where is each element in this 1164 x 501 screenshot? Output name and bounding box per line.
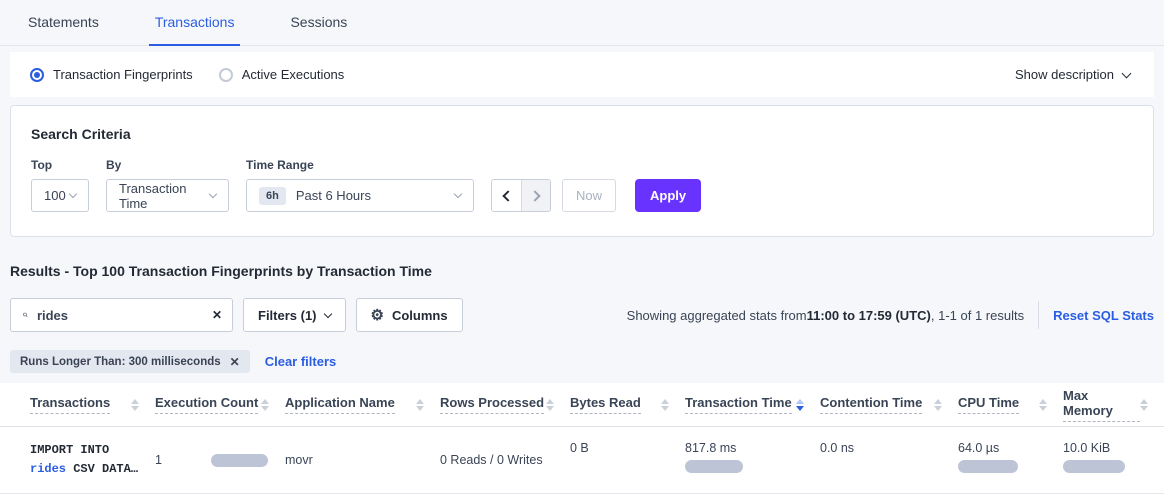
transaction-time-cell: 817.8 ms [685,427,820,493]
execution-count-bar [211,454,268,467]
chevron-down-icon [454,190,462,198]
filter-chip-row: Runs Longer Than: 300 milliseconds ✕ Cle… [10,350,1154,373]
now-button[interactable]: Now [562,179,616,212]
top-select-value: 100 [44,188,66,203]
max-memory-cell: 10.0 KiB [1063,427,1164,493]
cpu-time-bar [958,460,1018,473]
results-toolbar: ✕ Filters (1) ⚙ Columns Showing aggregat… [10,298,1154,332]
radio-active-executions[interactable]: Active Executions [219,67,345,82]
radio-label: Transaction Fingerprints [53,67,193,82]
chevron-left-icon [502,190,513,201]
max-memory-bar [1063,460,1125,473]
column-header-execution-count: Execution Count [155,395,285,414]
sort-desc-icon[interactable] [796,399,804,411]
sort-icon[interactable] [416,399,424,411]
sort-icon[interactable] [546,399,554,411]
gear-icon: ⚙ [371,308,384,323]
show-description-toggle[interactable]: Show description [1015,67,1130,82]
time-range-badge: 6h [259,187,286,205]
application-name-cell: movr [285,427,440,493]
reset-sql-stats-link[interactable]: Reset SQL Stats [1053,308,1154,323]
search-criteria-card: Search Criteria Top 100 By Transaction T… [10,105,1154,237]
bytes-read-cell: 0 B [570,427,685,493]
transaction-time-bar [685,460,743,473]
results-table: Transactions Execution Count Application… [0,383,1164,501]
column-header-rows-processed: Rows Processed [440,395,570,414]
search-criteria-form: Top 100 By Transaction Time Time Range 6… [31,158,1133,212]
clear-filters-link[interactable]: Clear filters [265,354,337,369]
column-header-bytes-read: Bytes Read [570,395,685,414]
sort-icon[interactable] [1140,399,1148,411]
apply-button[interactable]: Apply [635,179,701,212]
clear-search-icon[interactable]: ✕ [212,308,222,322]
radio-unselected-icon [219,68,233,82]
chevron-down-icon [1122,68,1132,78]
by-field: By Transaction Time [106,158,229,212]
sort-icon[interactable] [131,399,139,411]
sort-icon[interactable] [1039,399,1047,411]
top-field: Top 100 [31,158,89,212]
column-header-cpu-time: CPU Time [958,395,1063,414]
tab-transactions[interactable]: Transactions [149,0,241,46]
filters-button-label: Filters (1) [258,308,317,323]
table-header-row: Transactions Execution Count Application… [0,383,1164,427]
column-header-max-memory: Max Memory [1063,388,1164,422]
search-term-highlight: rides [30,462,66,476]
rows-processed-cell: 0 Reads / 0 Writes [440,427,570,493]
search-input[interactable] [37,308,212,323]
search-criteria-title: Search Criteria [31,126,1133,142]
tab-statements[interactable]: Statements [22,0,105,46]
sort-icon[interactable] [261,399,269,411]
contention-time-cell: 0.0 ns [820,427,958,493]
radio-label: Active Executions [242,67,345,82]
sort-icon[interactable] [661,399,669,411]
column-header-transaction-time: Transaction Time [685,395,820,414]
sort-icon[interactable] [934,399,942,411]
column-header-contention-time: Contention Time [820,395,958,414]
vertical-divider [1038,301,1039,329]
results-title: Results - Top 100 Transaction Fingerprin… [10,263,1154,279]
aggregated-stats-text: Showing aggregated stats from 11:00 to 1… [627,308,1024,323]
chevron-right-icon [529,190,540,201]
cpu-time-cell: 64.0 µs [958,427,1063,493]
top-label: Top [31,158,89,172]
top-select[interactable]: 100 [31,179,89,212]
table-row: IMPORT INTO rides CSV DATA… 1 movr 0 Rea… [0,427,1164,494]
by-select-value: Transaction Time [119,181,210,211]
filter-chip: Runs Longer Than: 300 milliseconds ✕ [10,350,250,373]
filters-button[interactable]: Filters (1) [243,298,346,332]
time-range-value: Past 6 Hours [296,188,371,203]
chevron-down-icon [323,310,331,318]
time-window-stepper [491,179,551,212]
radio-selected-icon [30,68,44,82]
by-label: By [106,158,229,172]
column-header-transactions: Transactions [30,395,155,414]
transactions-page: Statements Transactions Sessions Transac… [0,0,1164,501]
tab-sessions[interactable]: Sessions [284,0,353,46]
search-icon [23,308,28,322]
columns-button-label: Columns [392,308,448,323]
time-range-label: Time Range [246,158,474,172]
time-range-field: Time Range 6h Past 6 Hours [246,158,474,212]
next-time-window-button[interactable] [521,180,550,211]
previous-time-window-button[interactable] [492,180,521,211]
filter-chip-label: Runs Longer Than: 300 milliseconds [20,356,221,368]
time-range-select[interactable]: 6h Past 6 Hours [246,179,474,212]
column-header-application-name: Application Name [285,395,440,414]
top-tab-bar: Statements Transactions Sessions [0,0,1164,46]
radio-transaction-fingerprints[interactable]: Transaction Fingerprints [30,67,193,82]
search-box: ✕ [10,298,233,332]
view-toggle-bar: Transaction Fingerprints Active Executio… [10,52,1154,97]
remove-filter-icon[interactable]: ✕ [230,355,240,369]
chevron-down-icon [69,190,77,198]
execution-count-cell: 1 [155,427,285,493]
by-select[interactable]: Transaction Time [106,179,229,212]
transaction-fingerprint-link[interactable]: IMPORT INTO rides CSV DATA… [30,427,155,493]
show-description-label: Show description [1015,67,1114,82]
columns-button[interactable]: ⚙ Columns [356,298,463,332]
